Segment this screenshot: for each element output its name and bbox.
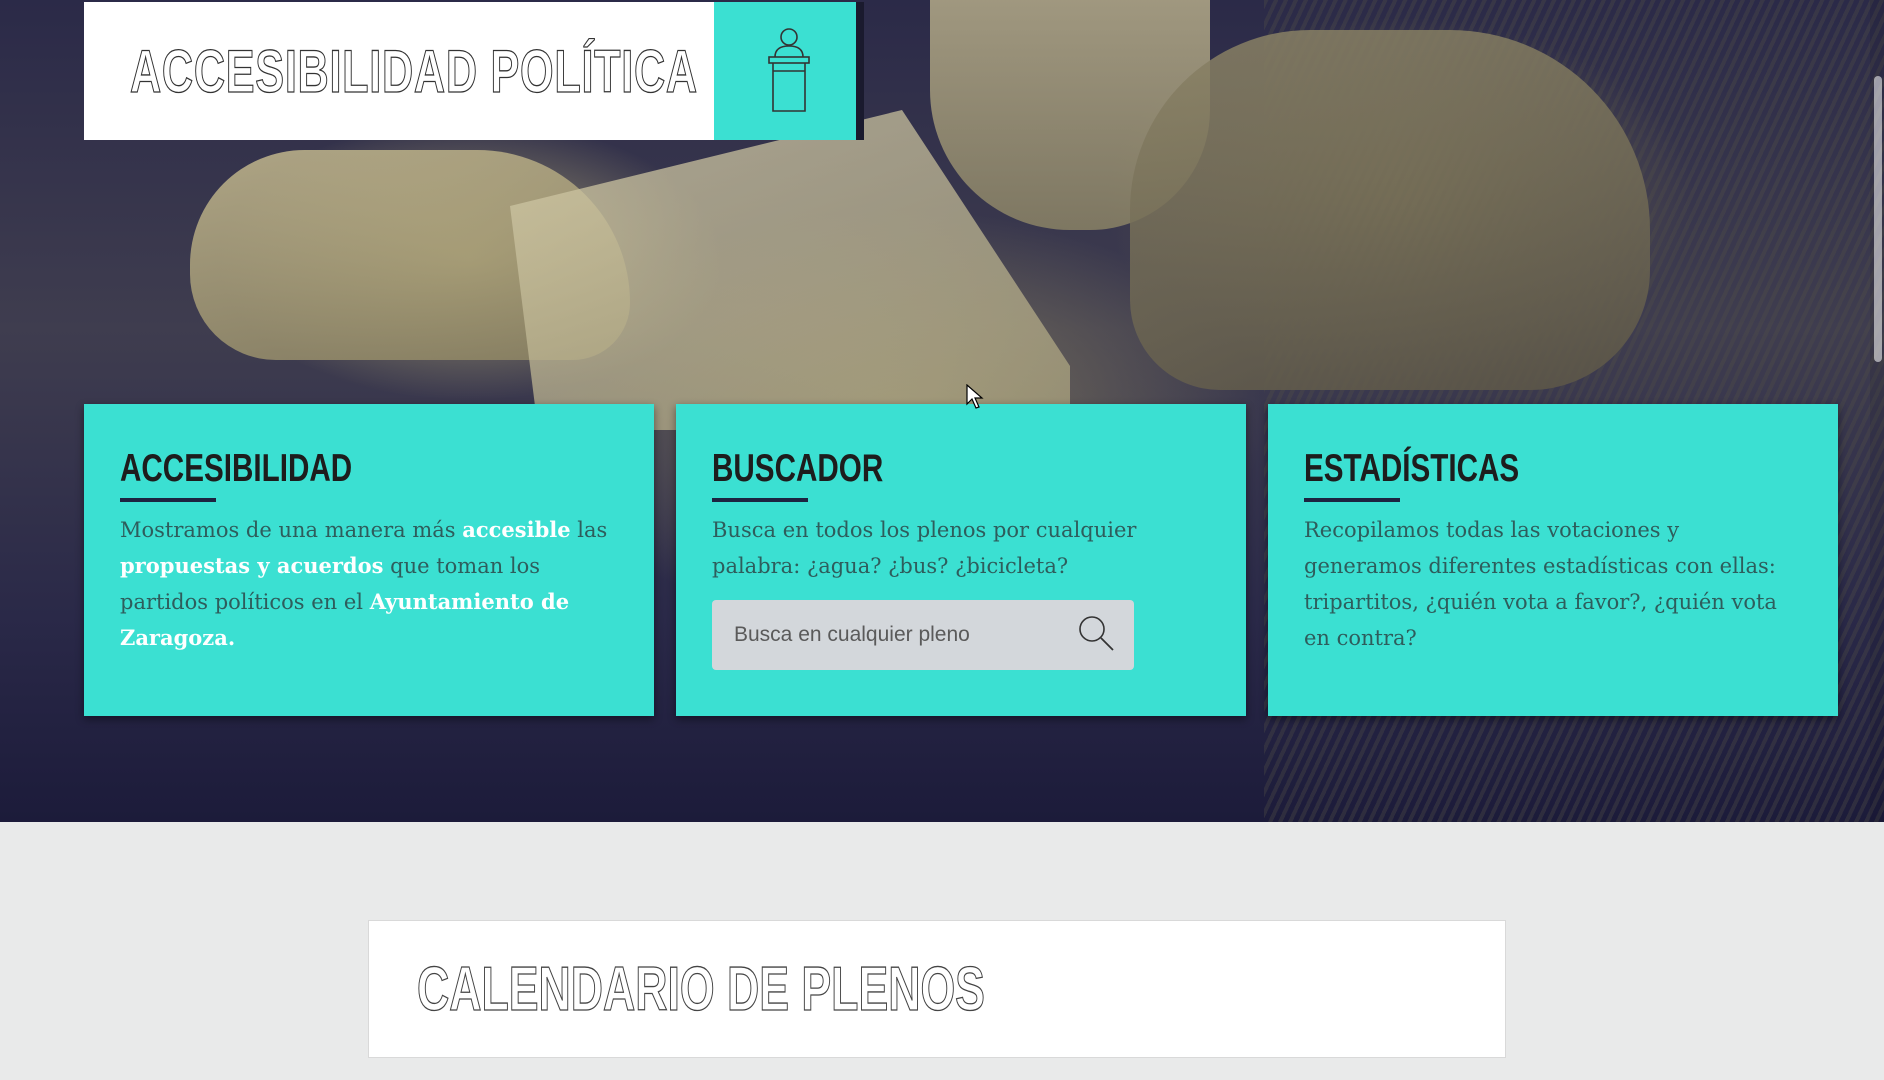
card-description: Recopilamos todas las votaciones y gener… [1304, 518, 1777, 650]
card-description: Mostramos de una manera más accesible la… [120, 512, 618, 656]
hero-photo-hand-right [1130, 30, 1650, 390]
site-title: ACCESIBILIDAD POLÍTICA [130, 37, 698, 105]
card-accesibilidad[interactable]: ACCESIBILIDAD Mostramos de una manera má… [84, 404, 654, 716]
title-underline [712, 498, 808, 502]
card-title: ACCESIBILIDAD [120, 447, 353, 490]
card-buscador: BUSCADOR Busca en todos los plenos por c… [676, 404, 1246, 716]
title-underline [120, 498, 216, 502]
calendar-section-header: CALENDARIO DE PLENOS [368, 920, 1506, 1058]
podium-speaker-icon [768, 28, 810, 112]
mouse-cursor-icon [966, 384, 984, 409]
text-segment: las [570, 518, 608, 542]
text-segment-bold: accesible [462, 517, 571, 542]
card-description: Busca en todos los plenos por cualquier … [712, 518, 1137, 578]
page-scrollbar-thumb[interactable] [1874, 76, 1882, 362]
search-field[interactable] [712, 600, 1134, 670]
search-icon[interactable] [1076, 613, 1116, 657]
search-input[interactable] [734, 623, 1064, 647]
logo-icon-box[interactable] [714, 2, 864, 140]
text-segment-bold: propuestas y acuerdos [120, 553, 384, 578]
text-segment: Mostramos de una manera más [120, 518, 463, 542]
card-estadisticas[interactable]: ESTADÍSTICAS Recopilamos todas las votac… [1268, 404, 1838, 716]
card-title: ESTADÍSTICAS [1304, 447, 1520, 490]
title-underline [1304, 498, 1400, 502]
logo-edge-divider [856, 2, 864, 140]
site-logo-link[interactable]: ACCESIBILIDAD POLÍTICA [84, 2, 714, 140]
page-scrollbar[interactable] [1870, 0, 1884, 822]
card-title: BUSCADOR [712, 447, 884, 490]
calendar-title: CALENDARIO DE PLENOS [417, 954, 986, 1024]
